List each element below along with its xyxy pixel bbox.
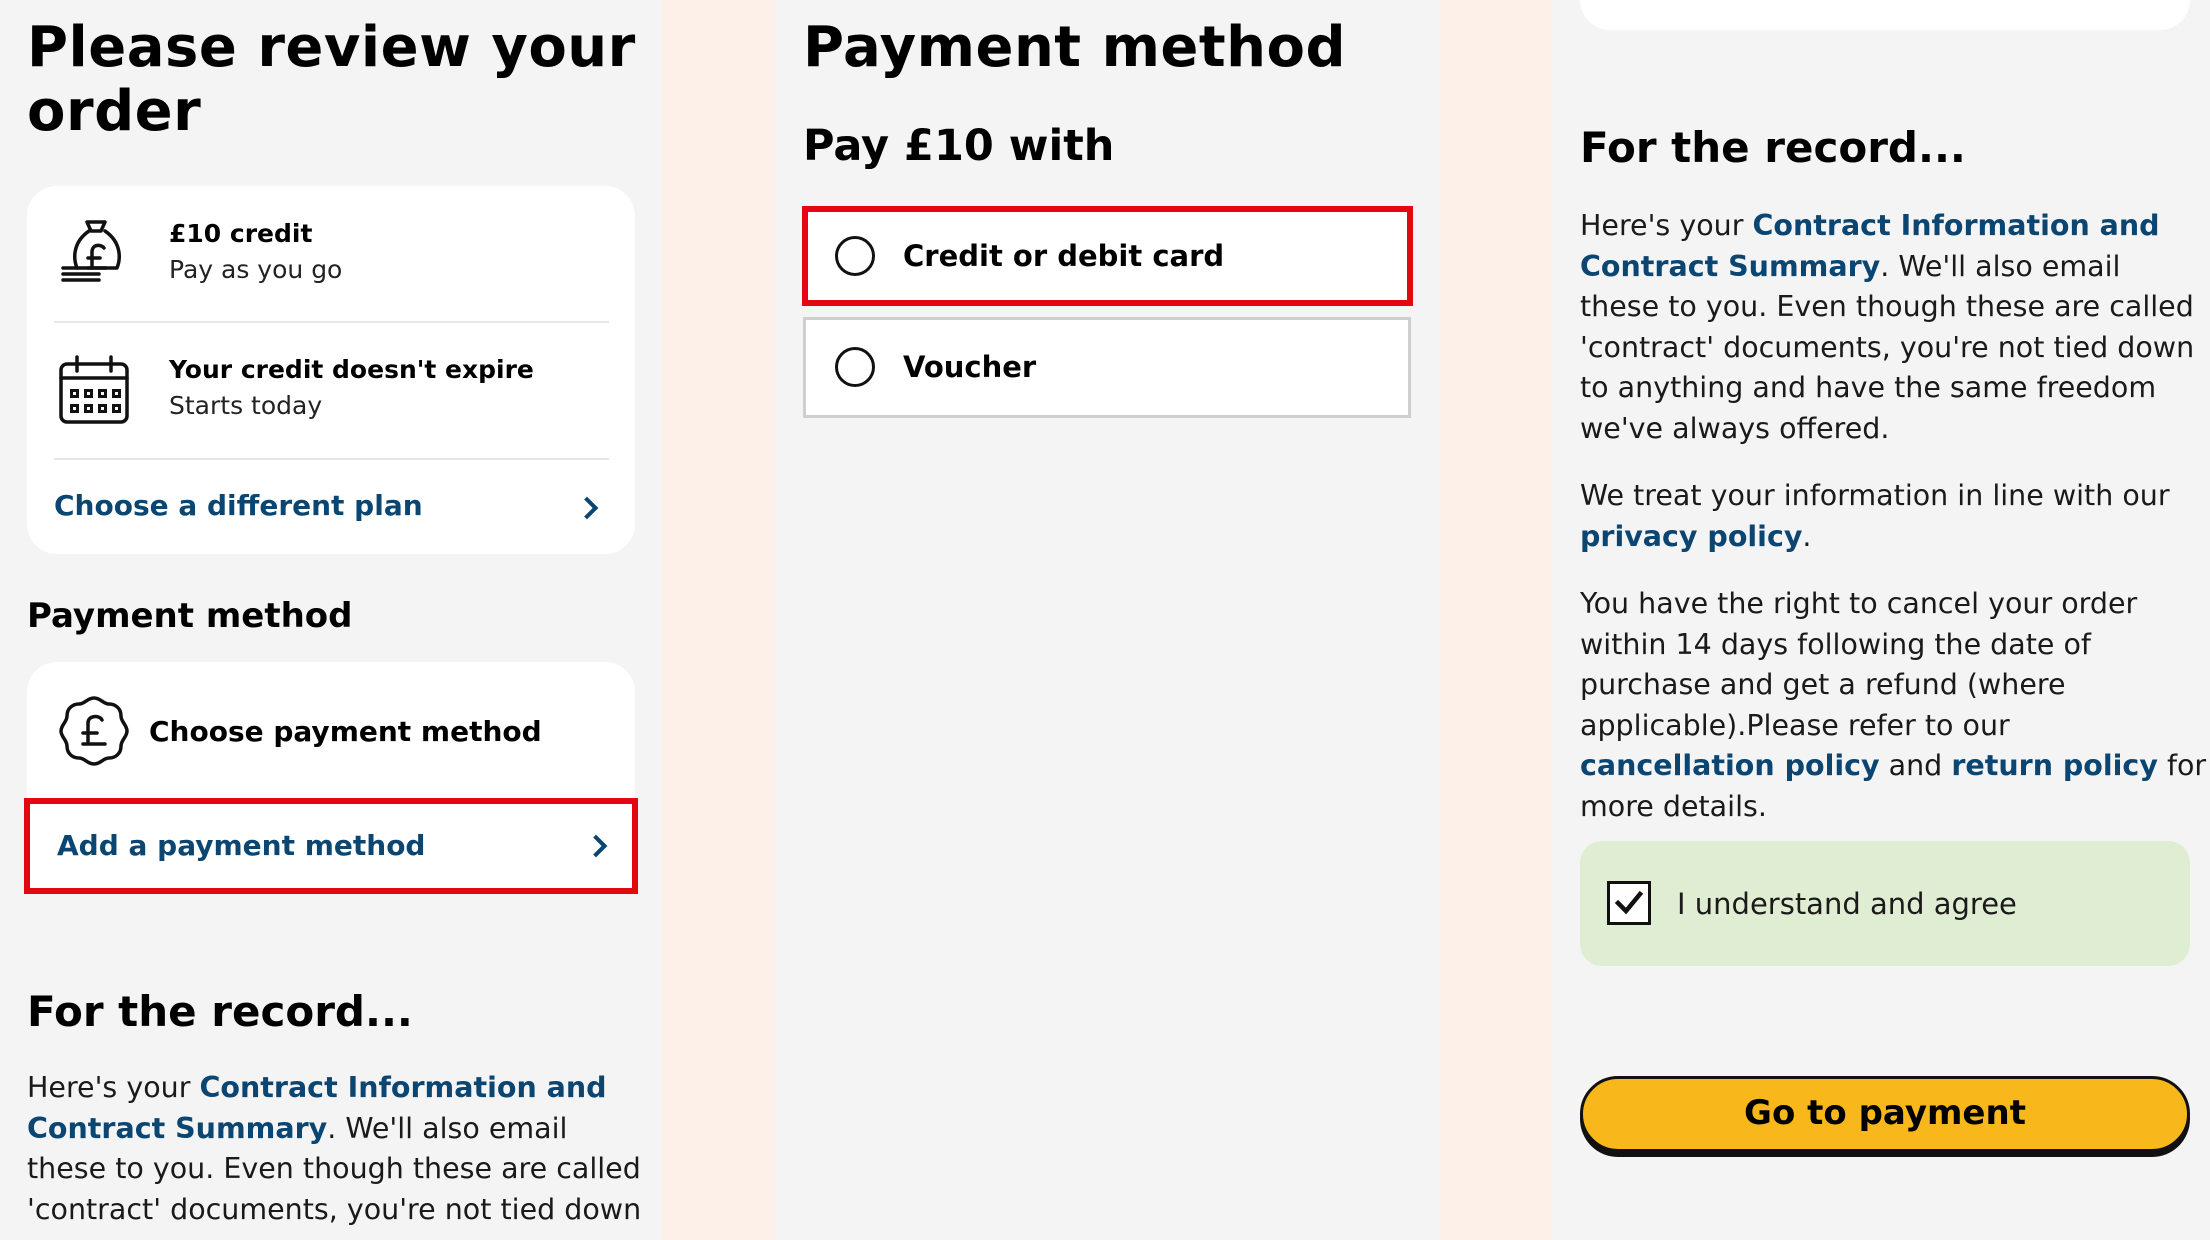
payment-section-heading: Payment method — [27, 596, 353, 636]
record-paragraph-1: Here's your Contract Information and Con… — [1580, 206, 2200, 449]
record-heading: For the record... — [27, 987, 413, 1036]
calendar-icon — [59, 355, 129, 424]
record-paragraph-2: We treat your information in line with o… — [1580, 476, 2200, 557]
pound-coin-icon — [59, 696, 129, 766]
option-credit-debit-card[interactable]: Credit or debit card — [802, 206, 1413, 306]
radio-empty-icon[interactable] — [835, 236, 875, 276]
record-text: We treat your information in line with o… — [1580, 479, 2170, 512]
money-bag-icon — [61, 220, 121, 282]
payment-method-panel: Payment method Pay £10 with Credit or de… — [775, 0, 1439, 1240]
privacy-policy-link[interactable]: privacy policy — [1580, 520, 1802, 553]
choose-different-plan-label: Choose a different plan — [54, 489, 423, 522]
record-heading: For the record... — [1580, 123, 1966, 172]
record-text: Here's your — [27, 1071, 200, 1104]
checkbox-checked-icon — [1614, 890, 1644, 915]
record-paragraph: Here's your Contract Information and Con… — [27, 1068, 647, 1230]
record-text: and — [1879, 749, 1952, 782]
option-voucher[interactable]: Voucher — [803, 317, 1411, 418]
choose-different-plan-link[interactable]: Choose a different plan — [27, 458, 635, 554]
credit-type: Pay as you go — [169, 255, 343, 284]
add-payment-method-button[interactable]: Add a payment method — [24, 798, 638, 894]
record-text: . — [1802, 519, 1812, 553]
option-label: Voucher — [903, 350, 1037, 384]
plan-summary-card: £10 credit Pay as you go Your credit doe… — [27, 186, 635, 554]
option-label: Credit or debit card — [903, 239, 1225, 273]
start-date: Starts today — [169, 391, 323, 420]
record-paragraph-3: You have the right to cancel your order … — [1580, 584, 2210, 827]
payment-method-label: Choose payment method — [149, 715, 542, 748]
add-payment-method-label: Add a payment method — [57, 829, 426, 862]
order-review-panel: Please review your order £10 credit Pay … — [0, 0, 662, 1240]
divider — [54, 321, 609, 323]
agree-checkbox[interactable] — [1607, 881, 1651, 925]
chevron-right-icon — [584, 834, 608, 858]
credit-amount: £10 credit — [169, 219, 313, 248]
go-to-payment-button[interactable]: Go to payment — [1580, 1076, 2190, 1152]
agree-label: I understand and agree — [1677, 887, 2017, 921]
return-policy-link[interactable]: return policy — [1951, 749, 2158, 782]
record-text: You have the right to cancel your order … — [1580, 587, 2138, 742]
pay-amount-subtitle: Pay £10 with — [803, 121, 1115, 171]
cancellation-policy-link[interactable]: cancellation policy — [1580, 749, 1880, 782]
radio-empty-icon[interactable] — [835, 347, 875, 387]
record-text: Here's your — [1580, 209, 1753, 242]
go-to-payment-label: Go to payment — [1744, 1093, 2026, 1133]
page-title: Please review your — [27, 15, 636, 80]
page-title-continued: order — [27, 79, 202, 144]
payment-page-title: Payment method — [803, 15, 1347, 80]
agreement-box: I understand and agree — [1580, 841, 2190, 966]
chevron-right-icon — [575, 496, 599, 520]
card-bottom-edge — [1580, 0, 2190, 30]
expiry-info: Your credit doesn't expire — [169, 355, 534, 384]
confirm-panel: For the record... Here's your Contract I… — [1552, 0, 2210, 1240]
